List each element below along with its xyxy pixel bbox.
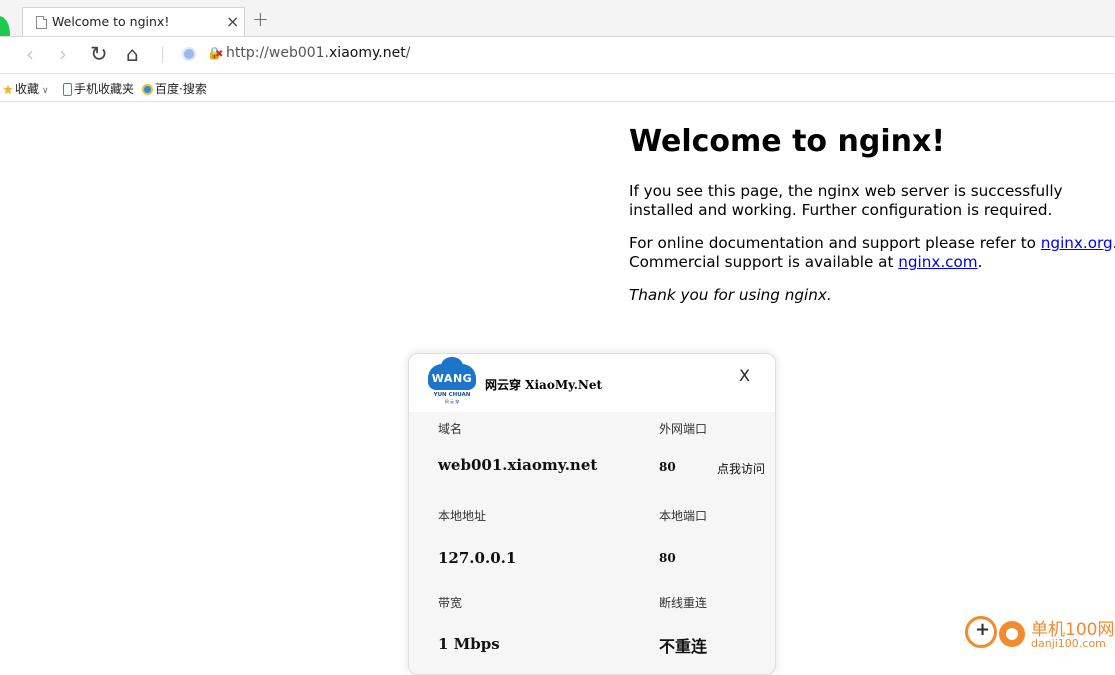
- ring-icon: [999, 621, 1025, 647]
- url-suffix: /: [405, 45, 411, 61]
- url-domain: xiaomy.net: [329, 45, 406, 61]
- chevron-down-icon: ∨: [42, 86, 49, 96]
- local-address-label: 本地地址: [438, 509, 487, 523]
- home-button[interactable]: ⌂: [126, 43, 139, 65]
- tab-close-icon[interactable]: ×: [226, 12, 239, 31]
- close-button[interactable]: X: [739, 366, 750, 385]
- bookmark-label: 百度·搜索: [155, 82, 207, 96]
- plus-circle-icon: +: [965, 616, 997, 648]
- logo-subtext: YUN CHUAN: [433, 392, 471, 398]
- reload-button[interactable]: ↻: [90, 43, 108, 65]
- reconnect-value: 不重连: [659, 637, 708, 656]
- insecure-lock-icon[interactable]: 🔒 ✖: [207, 46, 223, 60]
- bookmark-mobile[interactable]: 手机收藏夹: [63, 80, 134, 97]
- divider: [162, 47, 163, 63]
- bandwidth-label: 带宽: [438, 596, 463, 610]
- browser-tab[interactable]: Welcome to nginx! ×: [22, 7, 245, 37]
- page-icon: [36, 16, 47, 29]
- tunnel-info-popup: WANG YUN CHUAN 网 云 穿 网云穿 XiaoMy.Net X 域名…: [408, 353, 776, 675]
- popup-header: WANG YUN CHUAN 网 云 穿 网云穿 XiaoMy.Net X: [409, 354, 775, 412]
- tab-bar: Welcome to nginx! × +: [0, 0, 1115, 52]
- phone-icon: [63, 83, 72, 96]
- logo-subtext-cn: 网 云 穿: [444, 399, 460, 404]
- brand-name: 网云穿 XiaoMy.Net: [485, 378, 603, 392]
- bookmarks-bar: 收藏 ∨ 手机收藏夹 百度·搜索: [0, 74, 1115, 102]
- docs-paragraph: For online documentation and support ple…: [629, 234, 1115, 272]
- external-port-label: 外网端口: [659, 422, 708, 436]
- new-tab-button[interactable]: +: [252, 7, 269, 31]
- nginx-com-link[interactable]: nginx.com: [898, 253, 977, 271]
- domain-value: web001.xiaomy.net: [438, 456, 598, 474]
- docs-text: For online documentation and support ple…: [629, 234, 1041, 252]
- page-title: Welcome to nginx!: [629, 124, 945, 159]
- address-bar[interactable]: http://web001.xiaomy.net/: [226, 45, 410, 61]
- bookmark-baidu[interactable]: 百度·搜索: [142, 80, 207, 97]
- bookmark-favorites[interactable]: 收藏 ∨: [3, 80, 49, 97]
- nginx-org-link[interactable]: nginx.org: [1041, 234, 1113, 252]
- local-port-label: 本地端口: [659, 509, 708, 523]
- visit-link[interactable]: 点我访问: [717, 460, 765, 477]
- watermark-logo: + 单机100网 danji100.com: [965, 613, 1115, 656]
- local-port-value: 80: [659, 551, 676, 565]
- forward-button[interactable]: ›: [59, 43, 67, 65]
- logo-text: WANG: [431, 372, 473, 385]
- back-button[interactable]: ‹: [26, 43, 34, 65]
- navigation-bar: ‹ › ↻ ⌂ 🔒 ✖ http://web001.xiaomy.net/: [0, 37, 1115, 74]
- wangyunchuan-logo: WANG YUN CHUAN 网 云 穿: [428, 357, 476, 404]
- domain-label: 域名: [438, 422, 463, 436]
- bandwidth-value: 1 Mbps: [438, 635, 500, 653]
- star-icon: [3, 84, 13, 95]
- thanks-paragraph: Thank you for using nginx.: [629, 286, 832, 304]
- ie-icon: [142, 84, 153, 95]
- bookmark-label: 手机收藏夹: [74, 82, 135, 96]
- external-port-value: 80: [659, 460, 676, 474]
- watermark-url: danji100.com: [1031, 637, 1106, 650]
- reconnect-label: 断线重连: [659, 596, 708, 610]
- url-prefix: http://web001.: [226, 45, 330, 61]
- security-shield-icon[interactable]: [184, 49, 194, 59]
- bookmark-label: 收藏: [15, 82, 40, 96]
- docs-text-end: .: [977, 253, 983, 271]
- local-address-value: 127.0.0.1: [438, 549, 517, 567]
- intro-paragraph: If you see this page, the nginx web serv…: [629, 182, 1063, 219]
- tab-title: Welcome to nginx!: [52, 14, 170, 29]
